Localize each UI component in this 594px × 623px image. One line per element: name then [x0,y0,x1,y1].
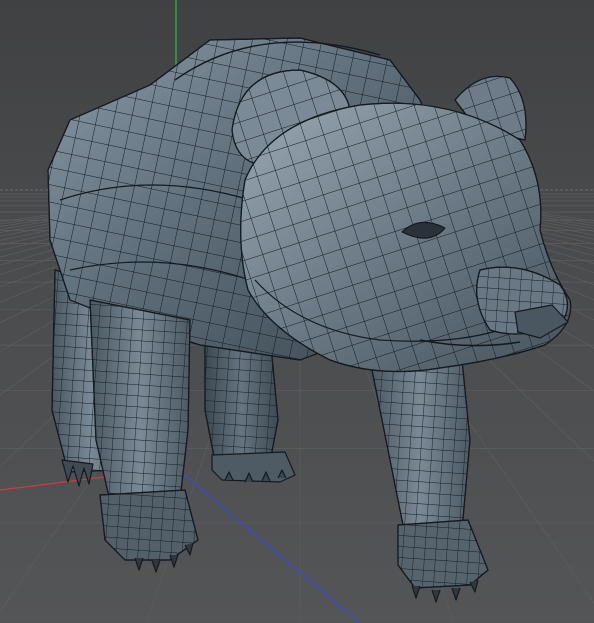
bear-model[interactable] [47,37,572,603]
viewport-scene[interactable] [0,0,594,623]
3d-viewport[interactable] [0,0,594,623]
z-axis [175,467,361,623]
bear-head[interactable] [231,69,572,373]
bear-front-leg-left[interactable] [89,299,199,573]
bear-front-leg-right[interactable] [369,339,489,603]
